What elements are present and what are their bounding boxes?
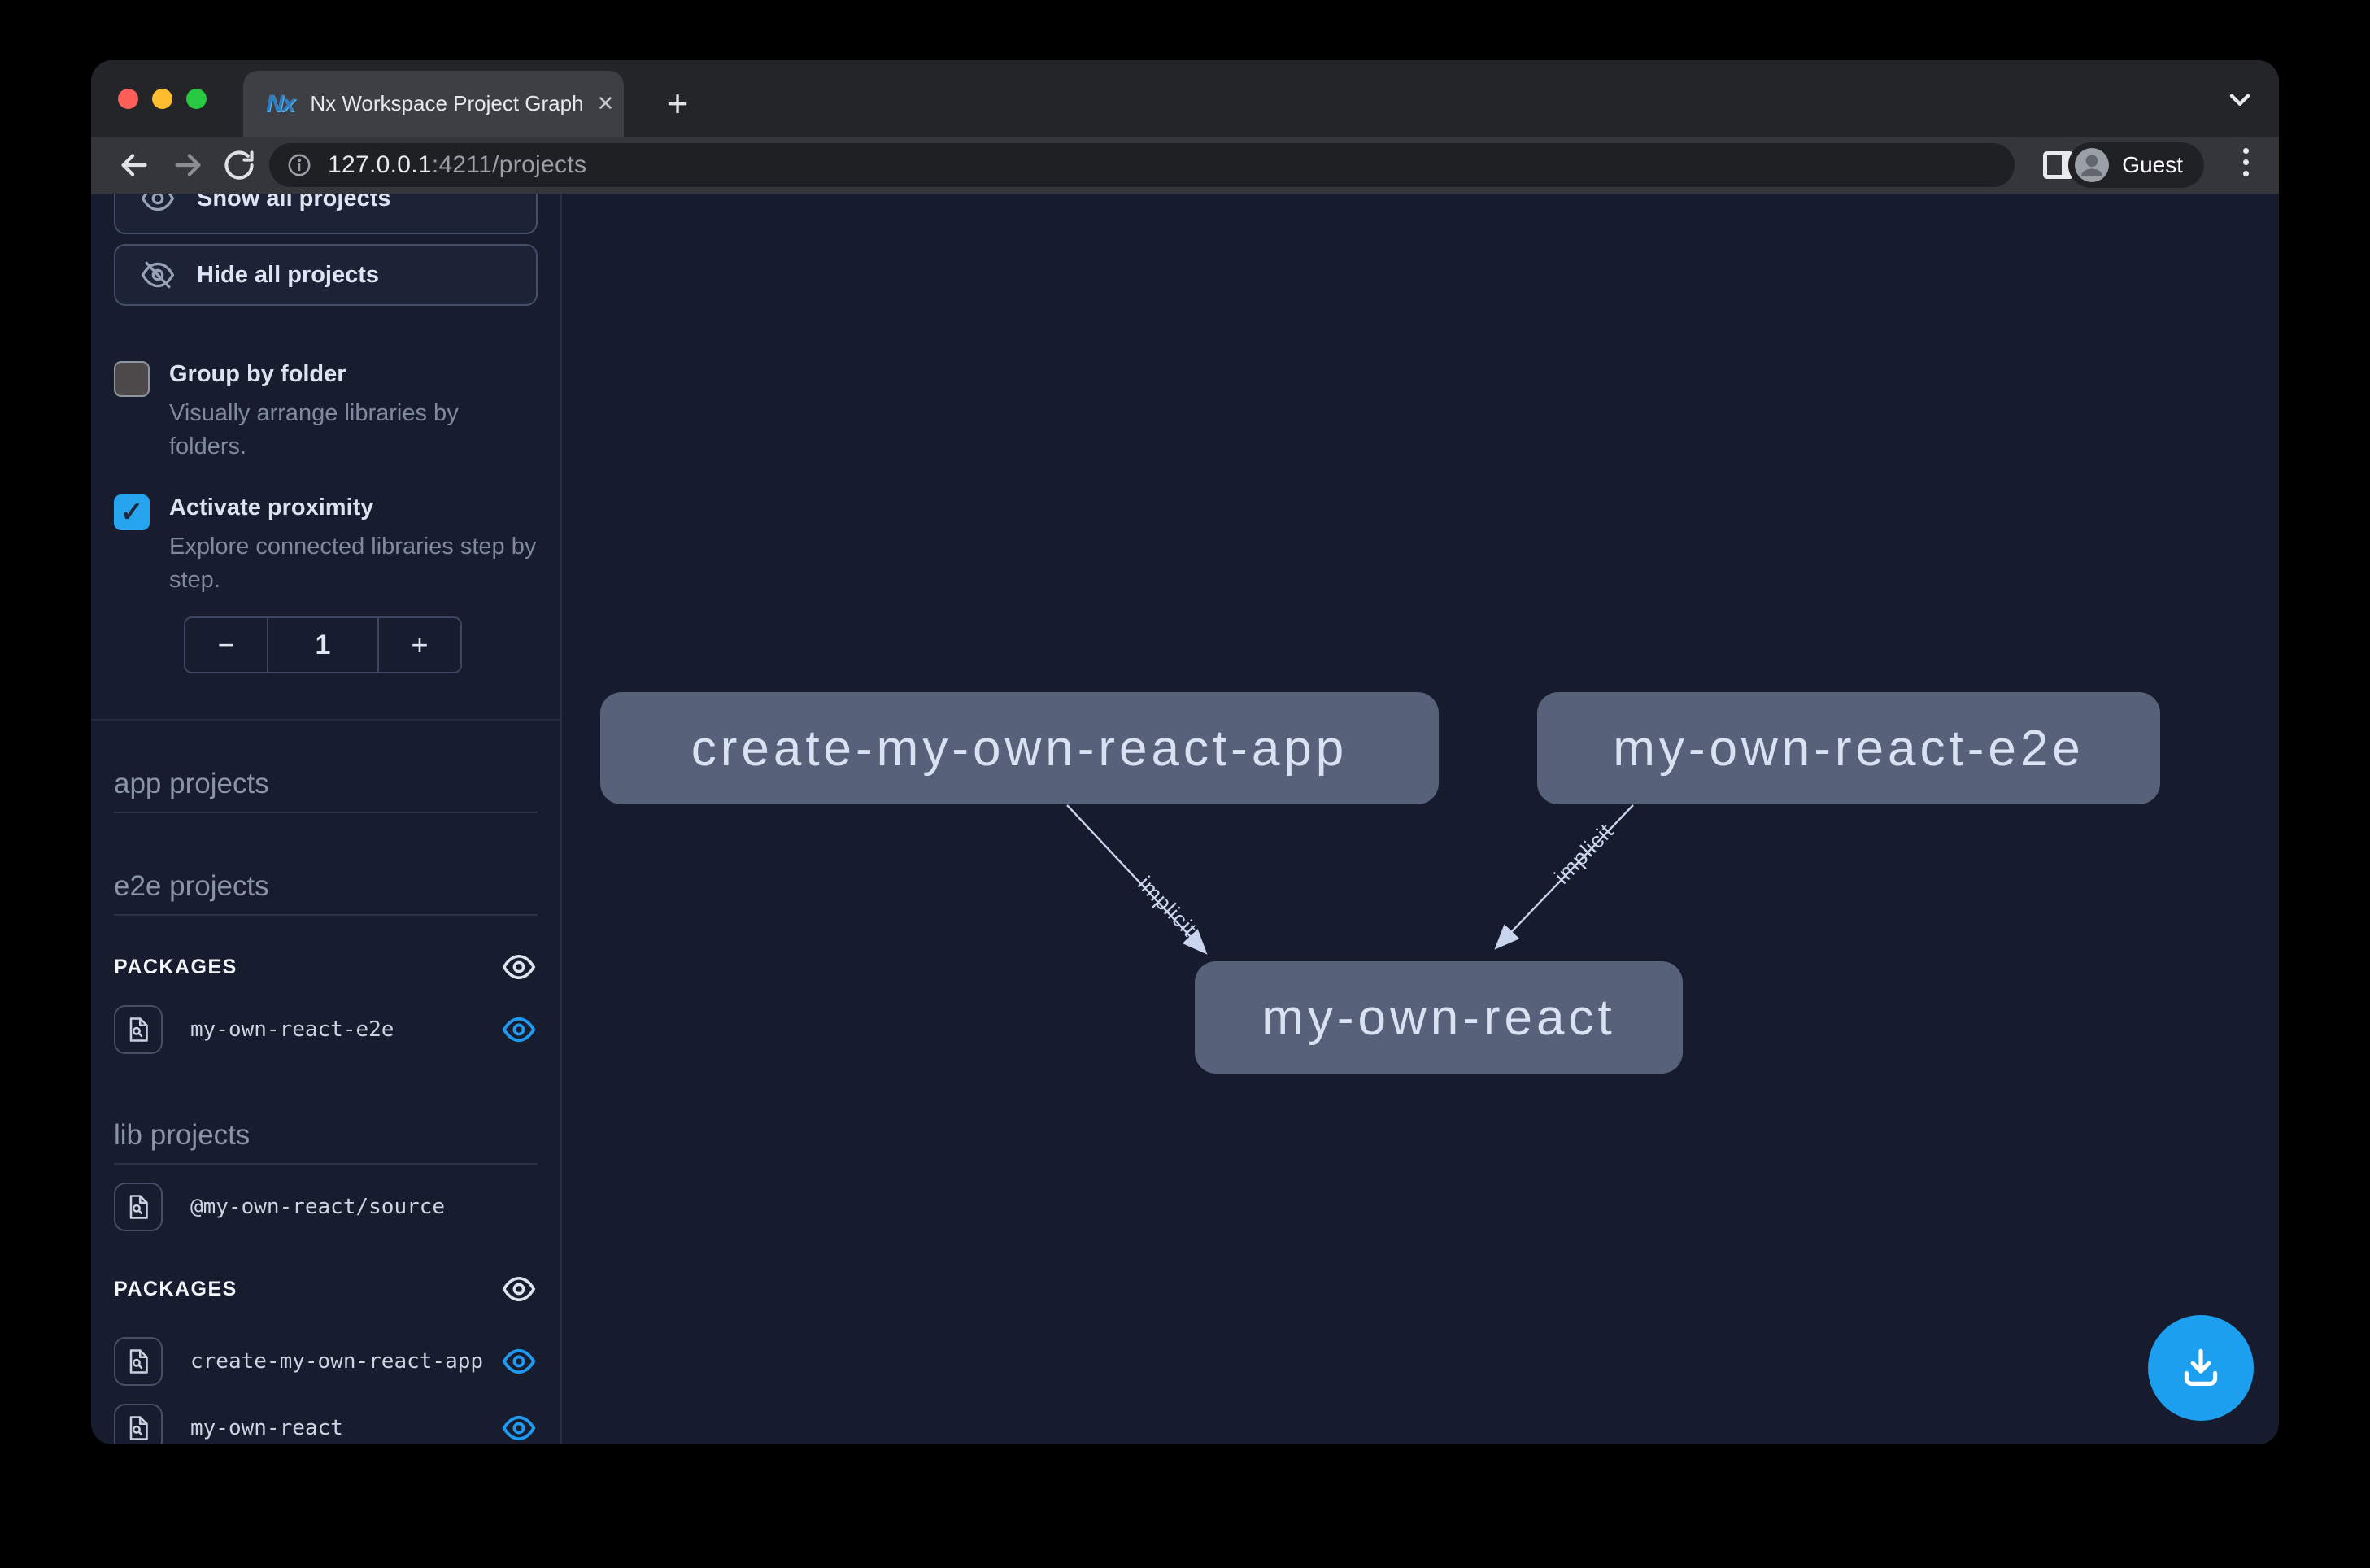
download-graph-button[interactable] xyxy=(2148,1315,2254,1421)
activate-proximity-option: ✓ Activate proximity Explore connected l… xyxy=(114,493,538,597)
hide-all-projects-button[interactable]: Hide all projects xyxy=(114,244,538,306)
hide-all-projects-label: Hide all projects xyxy=(197,262,379,289)
file-search-icon[interactable] xyxy=(114,1005,163,1054)
show-all-projects-label: Show all projects xyxy=(197,194,391,212)
activate-proximity-label: Activate proximity xyxy=(169,493,538,524)
page-content: Show all projects Hide all projects Grou… xyxy=(91,194,2279,1444)
project-list-item: my-own-react-e2e xyxy=(114,1005,538,1054)
packages-title: PACKAGES xyxy=(114,1278,237,1301)
url-text: 127.0.0.1:4211/projects xyxy=(328,151,586,179)
project-name: @my-own-react/source xyxy=(190,1195,538,1219)
file-search-icon[interactable] xyxy=(114,1183,163,1231)
new-tab-button[interactable]: + xyxy=(652,78,703,128)
sidebar: Show all projects Hide all projects Grou… xyxy=(91,194,562,1444)
project-visibility-eye-icon[interactable] xyxy=(500,1409,538,1444)
sidebar-divider xyxy=(91,719,560,721)
file-search-icon[interactable] xyxy=(114,1337,163,1386)
file-search-icon[interactable] xyxy=(114,1404,163,1444)
proximity-value: 1 xyxy=(267,618,379,672)
eye-off-icon xyxy=(140,257,176,293)
group-by-folder-label: Group by folder xyxy=(169,359,538,390)
reload-button[interactable] xyxy=(221,147,257,183)
show-all-projects-button[interactable]: Show all projects xyxy=(114,194,538,234)
project-list-item: my-own-react xyxy=(114,1404,538,1444)
url-host: 127.0.0.1 xyxy=(328,151,432,178)
graph-node-create-my-own-react-app[interactable]: create-my-own-react-app xyxy=(600,692,1439,804)
project-visibility-eye-icon[interactable] xyxy=(500,1011,538,1048)
url-bar[interactable]: 127.0.0.1:4211/projects xyxy=(269,143,2015,187)
packages-toggle-eye-icon[interactable] xyxy=(500,948,538,986)
packages-section-header: PACKAGES xyxy=(114,948,538,986)
checkmark-icon: ✓ xyxy=(120,496,144,529)
activate-proximity-checkbox[interactable]: ✓ xyxy=(114,494,150,530)
group-by-folder-option: Group by folder Visually arrange librari… xyxy=(114,359,538,464)
back-button[interactable] xyxy=(115,146,153,184)
proximity-increment-button[interactable]: + xyxy=(379,618,460,672)
browser-tab[interactable]: Nx Nx Workspace Project Graph ✕ xyxy=(243,71,624,137)
browser-window: Nx Nx Workspace Project Graph ✕ + 127.0.… xyxy=(91,60,2279,1444)
proximity-stepper: − 1 + xyxy=(184,616,462,673)
packages-toggle-eye-icon[interactable] xyxy=(500,1270,538,1308)
packages-title: PACKAGES xyxy=(114,956,237,979)
url-path: :4211/projects xyxy=(432,151,586,178)
tab-title: Nx Workspace Project Graph xyxy=(310,91,583,116)
eye-icon xyxy=(140,194,176,216)
graph-edges xyxy=(562,194,2279,1444)
minimize-window-button[interactable] xyxy=(152,89,172,109)
site-info-icon[interactable] xyxy=(285,151,313,179)
group-by-folder-checkbox[interactable] xyxy=(114,361,150,397)
e2e-projects-heading: e2e projects xyxy=(114,870,538,916)
project-name: my-own-react xyxy=(190,1416,500,1440)
proximity-decrement-button[interactable]: − xyxy=(185,618,267,672)
download-icon xyxy=(2176,1343,2226,1393)
graph-node-my-own-react[interactable]: my-own-react xyxy=(1195,961,1683,1074)
app-projects-heading: app projects xyxy=(114,768,538,813)
project-graph-canvas[interactable]: implicit implicit create-my-own-react-ap… xyxy=(562,194,2279,1444)
avatar-icon xyxy=(2075,148,2109,182)
browser-menu-button[interactable] xyxy=(2240,148,2251,176)
tab-close-icon[interactable]: ✕ xyxy=(597,91,615,116)
close-window-button[interactable] xyxy=(118,89,138,109)
navigation-bar: 127.0.0.1:4211/projects Guest xyxy=(91,137,2279,194)
activate-proximity-description: Explore connected libraries step by step… xyxy=(169,530,538,597)
project-list-item: create-my-own-react-app xyxy=(114,1337,538,1386)
group-by-folder-description: Visually arrange libraries by folders. xyxy=(169,397,538,464)
nx-favicon-icon: Nx xyxy=(266,90,294,118)
project-list-item: @my-own-react/source xyxy=(114,1183,538,1231)
tab-strip: Nx Nx Workspace Project Graph ✕ + xyxy=(91,60,2279,137)
project-name: my-own-react-e2e xyxy=(190,1017,500,1042)
packages-section-header: PACKAGES xyxy=(114,1270,538,1308)
project-name: create-my-own-react-app xyxy=(190,1349,500,1374)
traffic-lights xyxy=(118,89,207,109)
zoom-window-button[interactable] xyxy=(186,89,207,109)
graph-node-my-own-react-e2e[interactable]: my-own-react-e2e xyxy=(1537,692,2160,804)
chevron-down-icon[interactable] xyxy=(2224,83,2256,120)
profile-chip[interactable]: Guest xyxy=(2068,142,2204,188)
forward-button[interactable] xyxy=(169,146,207,184)
lib-projects-heading: lib projects xyxy=(114,1119,538,1165)
project-visibility-eye-icon[interactable] xyxy=(500,1343,538,1380)
profile-label: Guest xyxy=(2122,152,2183,178)
